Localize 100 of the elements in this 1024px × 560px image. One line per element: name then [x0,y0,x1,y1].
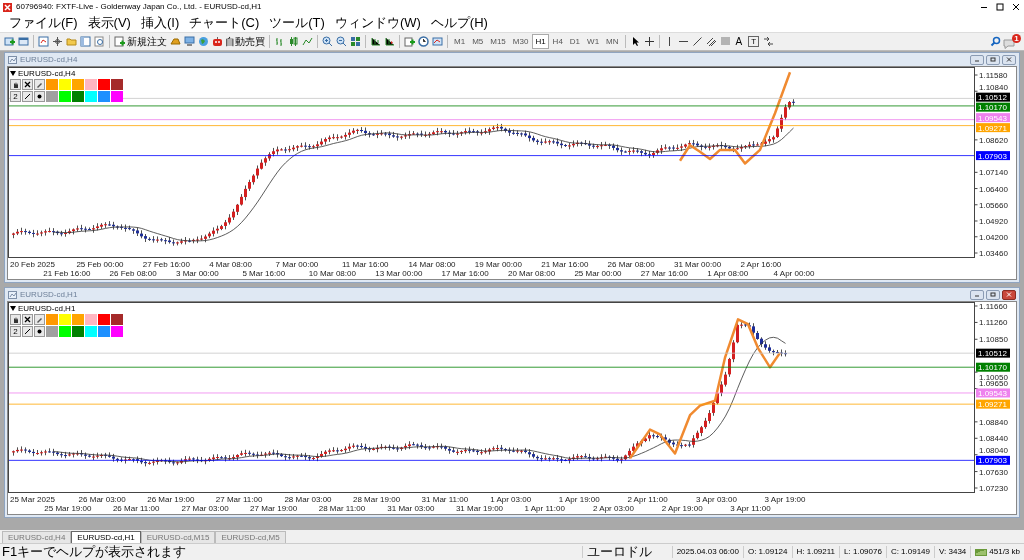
time-axis-label: 2 Apr 19:00 [661,504,703,513]
status-volume: V: 3434 [934,546,971,558]
timeframe-button[interactable]: D1 [566,34,584,49]
time-axis-label: 25 Feb 00:00 [76,260,124,269]
time-axis-label: 20 Mar 08:00 [508,269,556,278]
help-hint: F1キーでヘルプが表示されます [1,544,187,560]
text-tool-button[interactable]: A [732,33,746,50]
price-tag: 1.09543 [976,113,1010,123]
time-axis-label: 26 Mar 11:00 [112,504,160,513]
menu-item[interactable]: 表示(V) [82,15,136,31]
timeframe-button[interactable]: W1 [584,34,603,49]
time-axis-label: 17 Mar 16:00 [441,269,489,278]
price-tag: 1.09271 [976,123,1010,133]
chart-tab[interactable]: EURUSD-cd,H4 [2,531,72,543]
time-axis-label: 1 Apr 08:00 [707,269,749,278]
chart-window-title: EURUSD-cd,H1 [20,288,78,301]
window-title: 60796940: FXTF-Live - Goldenway Japan Co., Ltd. - EURUSD-cd,H1 [16,1,262,13]
chart-tab[interactable]: EURUSD-cd,M5 [215,531,286,543]
new-order-button[interactable]: 新規注文 [113,33,168,50]
time-axis-label: 3 Apr 19:00 [764,495,806,504]
time-axis-label: 28 Mar 11:00 [318,504,366,513]
time-axis-label: 31 Mar 19:00 [455,504,504,513]
menu-item[interactable]: ツール(T) [264,15,330,31]
time-axis-label: 4 Mar 08:00 [209,260,252,269]
time-axis-label: 25 Mar 19:00 [44,504,92,513]
time-axis-label: 20 Feb 2025 [10,260,55,269]
chart-tab[interactable]: EURUSD-cd,H1 [71,531,141,543]
symbol-label: EURUSD-cd,H1 [18,304,76,313]
timeframe-button[interactable]: M30 [509,34,532,49]
time-axis-label: 25 Mar 00:00 [574,269,622,278]
time-axis-label: 14 Mar 08:00 [408,260,456,269]
traffic-label: 451/3 kb [989,546,1020,558]
status-low: L: 1.09076 [839,546,886,558]
menu-item[interactable]: 挿入(I) [135,15,185,31]
time-axis-label: 26 Feb 08:00 [109,269,157,278]
timeframe-button[interactable]: H4 [549,34,566,49]
price-tick-label: 1.11660 [979,302,1008,311]
price-tick-label: 1.11580 [979,71,1008,80]
symbol-label: EURUSD-cd,H4 [18,69,76,78]
price-tick-label: 1.08440 [979,434,1008,444]
status-high: H: 1.09211 [791,546,840,558]
time-axis-label: 10 Mar 08:00 [308,269,356,278]
price-tag: 1.10512 [976,348,1010,359]
time-axis-label: 1 Apr 03:00 [490,495,532,504]
price-tick-label: 1.11260 [979,318,1008,328]
time-axis-label: 1 Apr 11:00 [524,504,565,513]
time-axis-label: 26 Mar 08:00 [607,260,655,269]
time-axis-label: 13 Mar 00:00 [375,269,423,278]
menu-item[interactable]: チャート(C) [184,15,265,31]
time-axis-label: 7 Mar 00:00 [275,260,319,269]
notification-count: 1 [1012,33,1021,43]
time-axis-label: 27 Mar 19:00 [250,504,298,513]
time-axis-label: 31 Mar 00:00 [674,260,722,269]
time-axis-label: 31 Mar 11:00 [421,495,469,504]
autotrading-button[interactable]: 自動売買 [211,33,266,50]
timeframe-button[interactable]: M1 [451,34,469,49]
price-tick-label: 1.04200 [979,232,1008,242]
time-axis-label: 3 Apr 03:00 [696,495,737,504]
time-axis-label: 31 Mar 03:00 [387,504,435,513]
price-tag: 1.07903 [976,151,1010,161]
text-label-button[interactable]: T [748,36,760,47]
menu-item[interactable]: ファイル(F) [4,15,83,31]
time-axis-label: 4 Apr 00:00 [773,269,815,278]
time-axis-label: 2 Apr 16:00 [740,260,782,269]
time-axis-label: 2 Apr 03:00 [593,504,634,513]
time-axis-label: 27 Mar 03:00 [181,504,229,513]
time-axis-label: 27 Feb 16:00 [142,260,190,269]
time-axis-label: 1 Apr 19:00 [558,495,600,504]
time-axis-label: 27 Mar 11:00 [215,495,263,504]
menu-item[interactable]: ウィンドウ(W) [329,15,426,31]
status-time: 2025.04.03 06:00 [671,546,743,558]
price-tag: 1.07903 [976,455,1010,466]
time-axis-label: 3 Mar 00:00 [176,269,219,278]
price-tick-label: 1.10840 [979,83,1008,93]
chart-tab[interactable]: EURUSD-cd,M15 [140,531,216,543]
price-tag: 1.09271 [976,399,1010,410]
price-tick-label: 1.08620 [979,135,1008,145]
profile-name: ユーロドル [581,546,672,558]
price-tick-label: 1.07140 [979,168,1008,178]
time-axis-label: 25 Mar 2025 [10,495,55,504]
price-tick-label: 1.03460 [979,249,1008,258]
time-axis-label: 26 Mar 03:00 [78,495,126,504]
line-width-button[interactable]: 2 [10,326,21,337]
timeframe-button[interactable]: H1 [532,34,549,49]
status-open: O: 1.09124 [742,546,792,558]
timeframe-button[interactable]: M5 [469,34,487,49]
price-tag: 1.09543 [976,388,1010,398]
time-axis-label: 26 Mar 19:00 [147,495,195,504]
status-close: C: 1.09149 [885,546,934,558]
time-axis-label: 27 Mar 16:00 [640,269,688,278]
timeframe-button[interactable]: M15 [487,34,509,49]
time-axis-label: 28 Mar 19:00 [353,495,401,504]
time-axis-label: 3 Apr 11:00 [730,504,771,513]
line-width-button[interactable]: 2 [10,91,21,102]
time-axis-label: 11 Mar 16:00 [342,260,389,269]
menu-item[interactable]: ヘルプ(H) [425,15,493,31]
time-axis-label: 19 Mar 00:00 [474,260,522,269]
timeframe-button[interactable]: MN [603,34,622,49]
price-tick-label: 1.10850 [979,335,1008,345]
time-axis-label: 2 Apr 11:00 [627,495,668,504]
